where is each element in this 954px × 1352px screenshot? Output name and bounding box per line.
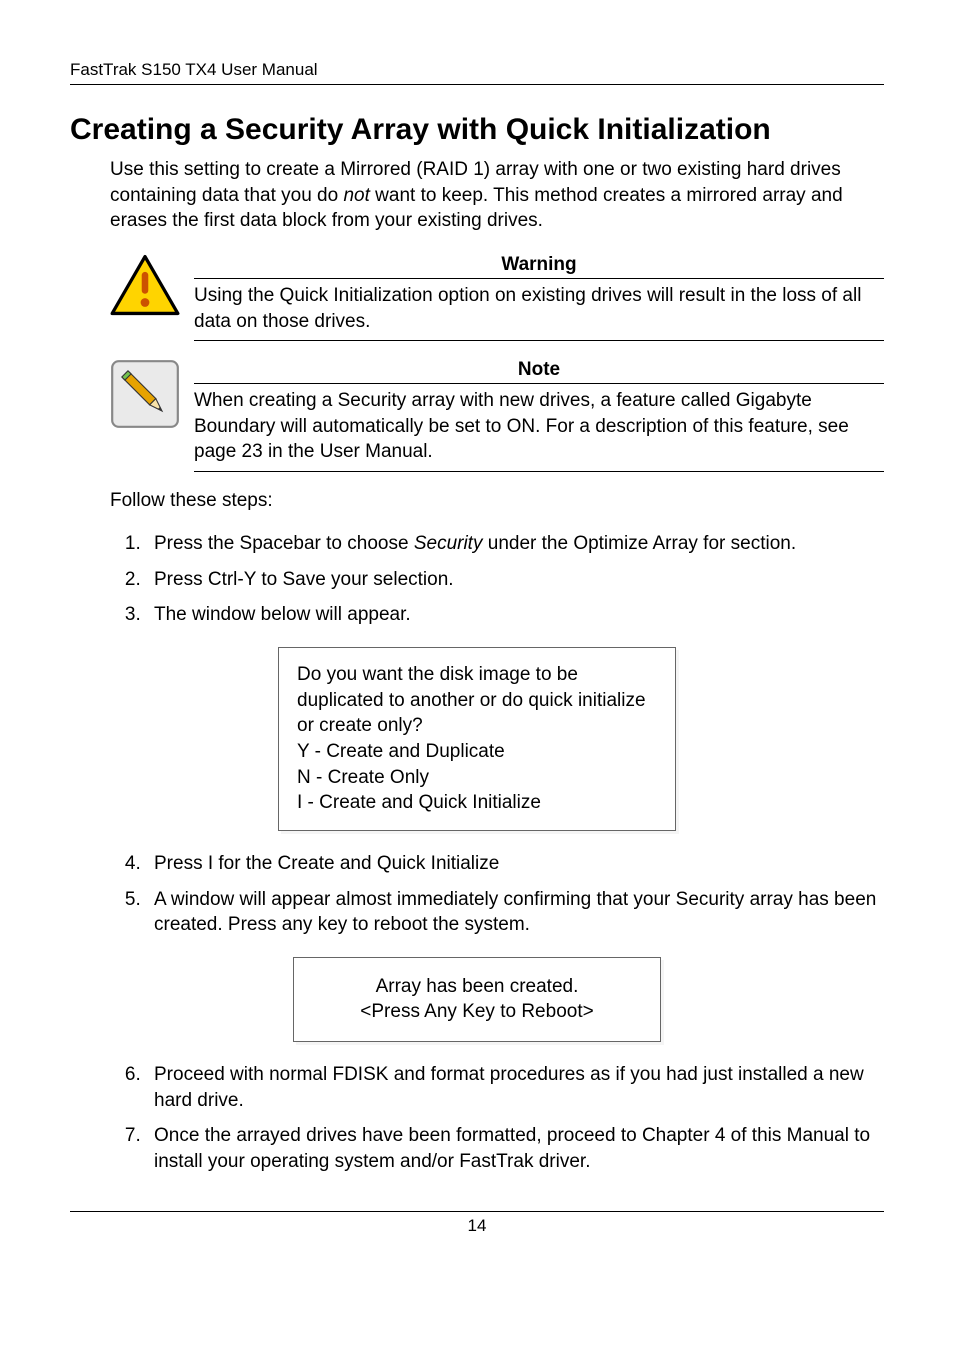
steps-list-cont2: Proceed with normal FDISK and format pro… bbox=[110, 1062, 884, 1175]
step-1: Press the Spacebar to choose Security un… bbox=[146, 531, 884, 557]
intro-paragraph: Use this setting to create a Mirrored (R… bbox=[110, 157, 884, 234]
dialog1-question: Do you want the disk image to be duplica… bbox=[297, 662, 657, 739]
dialog1-option-i: I - Create and Quick Initialize bbox=[297, 790, 657, 816]
dialog-box-1: Do you want the disk image to be duplica… bbox=[278, 647, 676, 831]
step-7: Once the arrayed drives have been format… bbox=[146, 1123, 884, 1174]
dialog1-option-y: Y - Create and Duplicate bbox=[297, 739, 657, 765]
step-4: Press I for the Create and Quick Initial… bbox=[146, 851, 884, 877]
step-2: Press Ctrl-Y to Save your selection. bbox=[146, 567, 884, 593]
step-1-pre: Press the Spacebar to choose bbox=[154, 533, 414, 554]
step-6: Proceed with normal FDISK and format pro… bbox=[146, 1062, 884, 1113]
intro-text-italic: not bbox=[343, 185, 369, 206]
steps-list: Press the Spacebar to choose Security un… bbox=[110, 531, 884, 628]
page-title: Creating a Security Array with Quick Ini… bbox=[70, 113, 884, 147]
pencil-icon bbox=[110, 359, 180, 429]
follow-steps-text: Follow these steps: bbox=[110, 490, 884, 512]
warning-title: Warning bbox=[194, 254, 884, 279]
running-header: FastTrak S150 TX4 User Manual bbox=[70, 60, 884, 85]
dialog-box-2: Array has been created. <Press Any Key t… bbox=[293, 957, 661, 1042]
warning-admonition: Warning Using the Quick Initialization o… bbox=[110, 254, 884, 341]
step-5: A window will appear almost immediately … bbox=[146, 887, 884, 938]
note-title: Note bbox=[194, 359, 884, 384]
dialog1-option-n: N - Create Only bbox=[297, 765, 657, 791]
steps-list-cont: Press I for the Create and Quick Initial… bbox=[110, 851, 884, 938]
dialog2-line1: Array has been created. bbox=[312, 974, 642, 1000]
note-admonition: Note When creating a Security array with… bbox=[110, 359, 884, 472]
step-3: The window below will appear. bbox=[146, 602, 884, 628]
page-number: 14 bbox=[70, 1211, 884, 1236]
step-1-italic: Security bbox=[414, 533, 483, 554]
warning-icon bbox=[110, 254, 180, 316]
dialog2-line2: <Press Any Key to Reboot> bbox=[312, 999, 642, 1025]
step-1-post: under the Optimize Array for section. bbox=[482, 533, 796, 554]
warning-text: Using the Quick Initialization option on… bbox=[194, 283, 884, 341]
note-text: When creating a Security array with new … bbox=[194, 388, 884, 472]
